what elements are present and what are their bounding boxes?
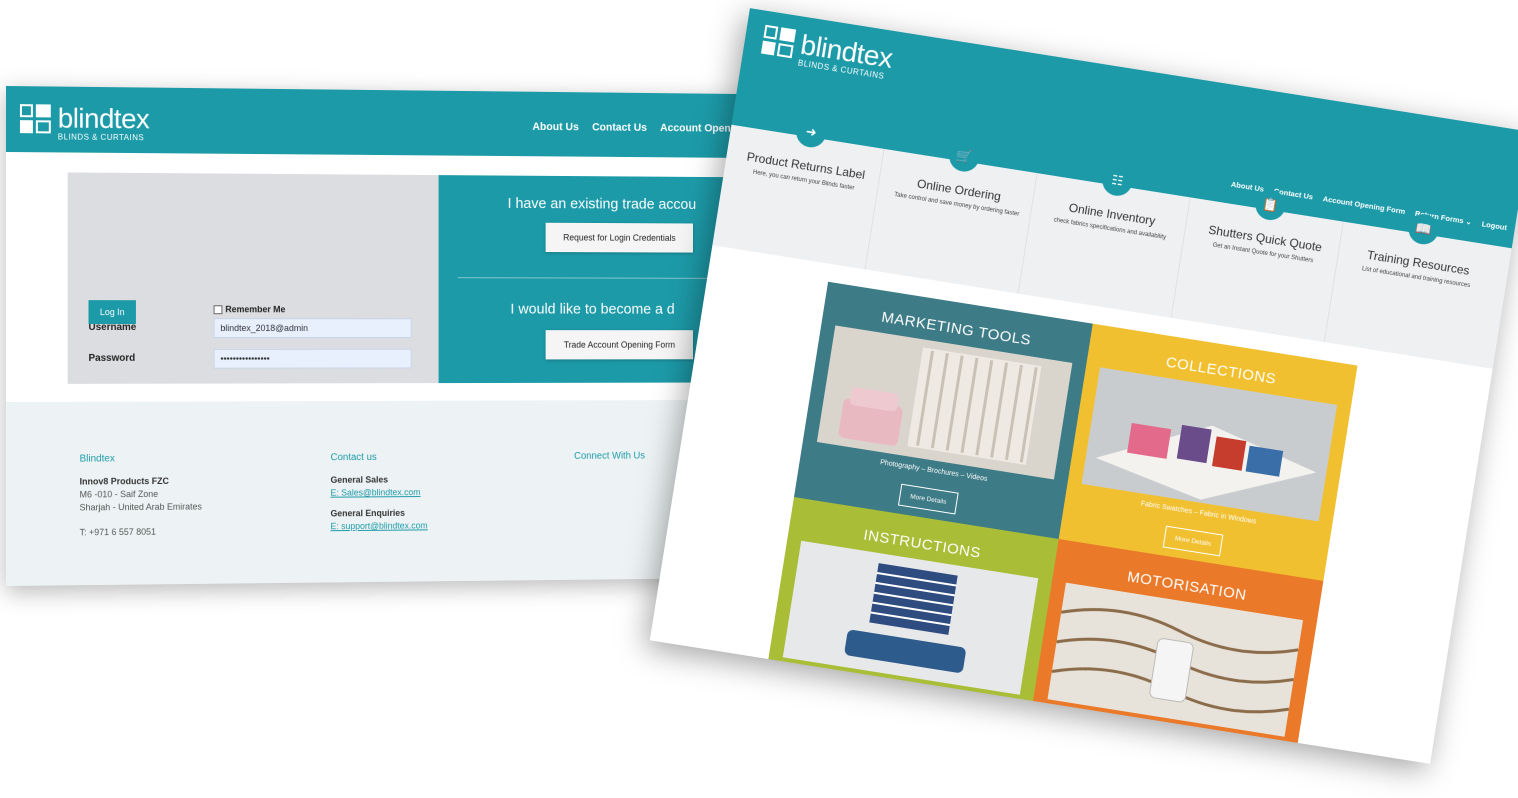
request-credentials-button[interactable]: Request for Login Credentials xyxy=(545,222,694,253)
footer-company-title: Blindtex xyxy=(79,453,115,465)
blindtex-logo[interactable]: blindtex BLINDS & CURTAINS xyxy=(760,24,895,82)
remember-label: Remember Me xyxy=(225,304,286,315)
quicklink-product-returns[interactable]: ➜ Product Returns Label Here, you can re… xyxy=(717,115,885,270)
quicklink-online-ordering[interactable]: 🛒 Online Ordering Take control and save … xyxy=(870,139,1038,294)
nav-logout[interactable]: Logout xyxy=(1481,219,1508,232)
more-details-button[interactable]: More Details xyxy=(897,483,959,515)
existing-account-title: I have an existing trade accou xyxy=(507,195,697,213)
footer-connect-col: Connect With Us xyxy=(574,450,645,473)
password-input[interactable]: •••••••••••••••• xyxy=(213,348,412,369)
nav-account-opening-form[interactable]: Account Opening Form xyxy=(1322,194,1406,216)
tile-collections[interactable]: COLLECTIONS Fabric Swatches – Fabric in … xyxy=(1058,323,1358,581)
more-details-button[interactable]: More Details xyxy=(1162,525,1224,557)
dashboard-page-screenshot: blindtex BLINDS & CURTAINS About Us Cont… xyxy=(649,8,1518,764)
remember-checkbox[interactable] xyxy=(213,304,223,314)
footer-connect-title: Connect With Us xyxy=(574,450,646,462)
footer-enquiries-label: General Enquiries xyxy=(330,507,405,519)
password-label: Password xyxy=(88,352,136,364)
quicklink-online-inventory[interactable]: ☷ Online Inventory check fabrics specifi… xyxy=(1023,163,1191,318)
footer-contact-title: Contact us xyxy=(330,452,377,464)
login-footer: Blindtex Innov8 Products FZC M6 -010 - S… xyxy=(6,399,740,586)
footer-company-col: Blindtex Innov8 Products FZC M6 -010 - S… xyxy=(80,452,202,539)
footer-address-2: Sharjah - United Arab Emirates xyxy=(79,501,202,513)
username-input[interactable]: blindtex_2018@admin xyxy=(213,318,412,338)
more-details-button[interactable]: More Details xyxy=(1128,740,1190,764)
nav-about-us[interactable]: About Us xyxy=(1230,180,1264,194)
trade-account-form-button[interactable]: Trade Account Opening Form xyxy=(545,330,694,360)
blindtex-logo[interactable]: blindtex BLINDS & CURTAINS xyxy=(19,102,150,143)
panel-divider xyxy=(457,277,740,279)
top-nav: About Us Contact Us Account Openin xyxy=(532,121,739,135)
nav-account-opening[interactable]: Account Openin xyxy=(660,122,740,134)
tile-instructions[interactable]: INSTRUCTIONS Assembly Instructions – Fit… xyxy=(759,497,1059,755)
more-details-button[interactable]: More Details xyxy=(863,699,925,730)
footer-support-email[interactable]: E: support@blindtex.com xyxy=(331,520,428,534)
logo-tagline: BLINDS & CURTAINS xyxy=(57,132,145,143)
quicklink-shutters-quote[interactable]: 📋 Shutters Quick Quote Get an Instant Qu… xyxy=(1176,187,1344,343)
logo-squares-icon xyxy=(760,24,799,60)
become-dealer-title: I would like to become a d xyxy=(510,300,675,318)
nav-about-us[interactable]: About Us xyxy=(532,121,578,133)
footer-phone: T: +971 6 557 8051 xyxy=(79,526,156,538)
login-button[interactable]: Log In xyxy=(88,300,136,325)
remember-me[interactable]: Remember Me xyxy=(213,304,286,315)
tile-marketing-tools[interactable]: MARKETING TOOLS Photography – Brochures … xyxy=(793,281,1093,539)
footer-sales-email[interactable]: E: Sales@blindtex.com xyxy=(331,486,428,499)
login-form-panel: Username blindtex_2018@admin Password ••… xyxy=(67,172,439,384)
login-page-screenshot: blindtex BLINDS & CURTAINS About Us Cont… xyxy=(6,86,740,586)
footer-sales-label: General Sales xyxy=(330,474,389,485)
nav-contact-us[interactable]: Contact Us xyxy=(592,122,647,134)
footer-address-1: M6 -010 - Saif Zone xyxy=(79,488,159,500)
footer-contact-col: Contact us General Sales E: Sales@blindt… xyxy=(331,451,428,533)
quicklink-training-resources[interactable]: 📖 Training Resources List of educational… xyxy=(1330,212,1497,366)
login-header: blindtex BLINDS & CURTAINS About Us Cont… xyxy=(6,86,740,158)
footer-company-name: Innov8 Products FZC xyxy=(79,475,169,487)
logo-name: blindtex xyxy=(57,102,150,135)
logo-squares-icon xyxy=(19,104,54,134)
